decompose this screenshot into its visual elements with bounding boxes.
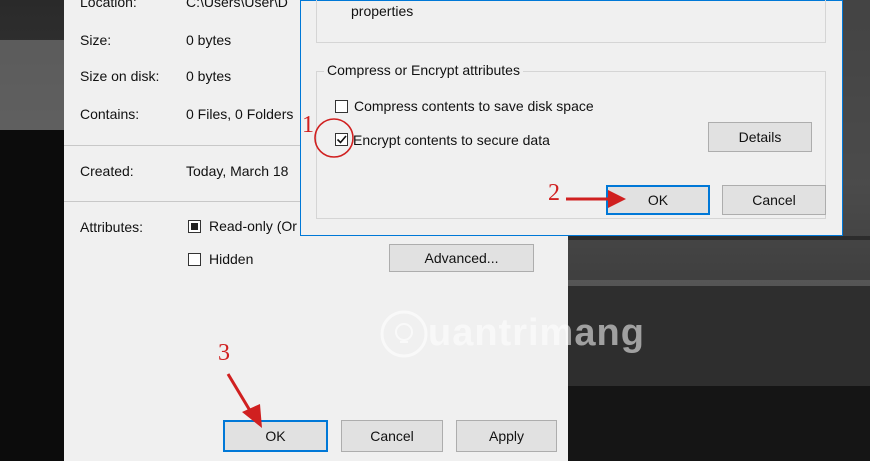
attributes-label: Attributes: (80, 219, 144, 235)
advanced-button[interactable]: Advanced... (389, 244, 534, 272)
size-label: Size: (80, 32, 112, 48)
properties-text: properties (351, 3, 414, 19)
background-water (568, 386, 870, 461)
lightbulb-logo-icon (380, 310, 428, 358)
size-on-disk-value: 0 bytes (186, 68, 232, 84)
readonly-label: Read-only (Or (209, 218, 297, 234)
compress-checkbox[interactable] (335, 100, 348, 113)
size-on-disk-label: Size on disk: (80, 68, 160, 84)
encrypt-label: Encrypt contents to secure data (353, 132, 550, 148)
apply-button[interactable]: Apply (456, 420, 557, 452)
created-label: Created: (80, 163, 134, 179)
watermark-text: uantrimang (428, 312, 645, 354)
background-building-left (0, 40, 64, 130)
background-roof (568, 240, 870, 280)
hidden-label: Hidden (209, 251, 254, 267)
contains-label: Contains: (80, 106, 140, 122)
arrow-down-icon (226, 373, 262, 428)
background-building-right (843, 0, 870, 236)
step-3-marker: 3 (218, 340, 230, 366)
size-value: 0 bytes (186, 32, 232, 48)
created-value: Today, March 18 (186, 163, 289, 179)
arrow-right-icon (566, 190, 626, 208)
step-2-marker: 2 (548, 180, 560, 206)
location-label: Location: (80, 0, 137, 10)
location-value: C:\Users\User\D (186, 0, 288, 10)
background-shadow-left (0, 130, 64, 461)
cancel-button[interactable]: Cancel (341, 420, 443, 452)
compress-label: Compress contents to save disk space (354, 98, 594, 114)
compress-group-title: Compress or Encrypt attributes (324, 62, 523, 78)
details-button[interactable]: Details (708, 122, 812, 152)
readonly-checkbox[interactable] (188, 220, 201, 233)
advanced-cancel-button[interactable]: Cancel (722, 185, 826, 215)
hidden-checkbox[interactable] (188, 253, 201, 266)
contains-value: 0 Files, 0 Folders (186, 106, 294, 122)
highlight-circle-icon (314, 118, 354, 158)
